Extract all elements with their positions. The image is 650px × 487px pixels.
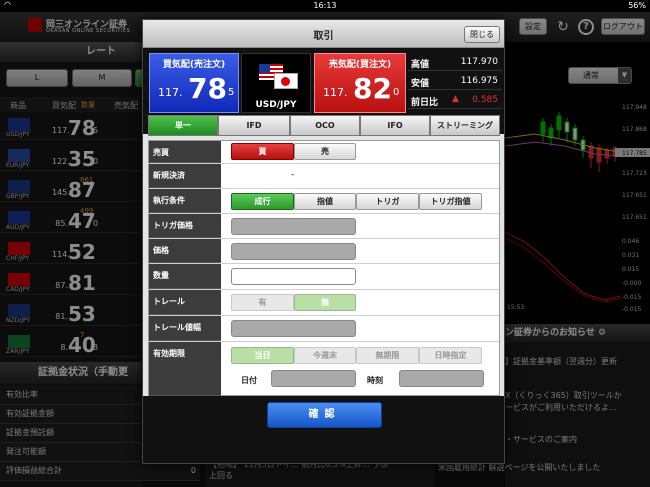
trade-dialog: 取引 閉じる 買気配(売注文) 117. 78 5 USD/JPY 売気配(買注…	[142, 19, 505, 464]
date-input	[271, 370, 356, 387]
exp-weekend-button[interactable]: 今週末	[294, 347, 356, 364]
dialog-header: 取引 閉じる	[143, 20, 504, 48]
exp-indefinite-button[interactable]: 無期限	[356, 347, 419, 364]
side-label: 売買	[149, 141, 221, 163]
cond-limit-button[interactable]: 指値	[294, 193, 356, 210]
trail-on-button[interactable]: 有	[231, 294, 294, 311]
change-value: 0.585	[472, 95, 498, 105]
status-bar: ◠ 16:13 56%	[0, 0, 650, 12]
trigger-price-input	[231, 218, 356, 235]
quantity-row: 数量	[149, 264, 499, 290]
expiry-label: 有効期限	[149, 342, 221, 396]
ask-price-main: 82	[353, 72, 392, 105]
time-label: 時刻	[367, 376, 383, 385]
tab-ifd[interactable]: IFD	[218, 115, 290, 136]
settle-row: 新規決済 -	[149, 164, 499, 189]
order-type-tabs: 単一 IFD OCO IFO ストリーミング	[148, 115, 500, 136]
tab-oco[interactable]: OCO	[290, 115, 360, 136]
close-button[interactable]: 閉じる	[464, 26, 500, 43]
bid-price-main: 78	[188, 72, 227, 105]
trail-off-button[interactable]: 無	[294, 294, 356, 311]
ask-price-pip: 0	[393, 87, 400, 98]
price-label: 価格	[149, 239, 221, 263]
time-input	[399, 370, 484, 387]
bid-price-prefix: 117.	[158, 86, 183, 99]
exp-datetime-button[interactable]: 日時指定	[419, 347, 482, 364]
sell-button[interactable]: 売	[294, 143, 356, 160]
settle-label: 新規決済	[149, 164, 221, 188]
cond-market-button[interactable]: 成行	[231, 193, 294, 210]
confirm-button[interactable]: 確認	[267, 402, 382, 428]
trigger-price-label: トリガ価格	[149, 214, 221, 238]
condition-row: 執行条件 成行 指値 トリガ トリガ指値	[149, 189, 499, 214]
trail-width-row: トレール値幅	[149, 316, 499, 342]
jp-flag-icon	[274, 73, 298, 89]
price-input	[231, 243, 356, 260]
trail-label: トレール	[149, 290, 221, 315]
high-value: 117.970	[460, 57, 498, 67]
buy-button[interactable]: 買	[231, 143, 294, 160]
price-row: 価格	[149, 239, 499, 264]
quantity-input[interactable]	[231, 268, 356, 285]
order-form: 売買 買 売 新規決済 - 執行条件 成行 指値 トリガ トリガ指値 トリガ価格…	[148, 140, 500, 396]
bid-quote-button[interactable]: 買気配(売注文) 117. 78 5	[149, 53, 239, 113]
clock: 16:13	[313, 1, 337, 10]
low-value: 116.975	[460, 76, 498, 86]
tab-single[interactable]: 単一	[148, 115, 218, 136]
dialog-title: 取引	[313, 31, 334, 42]
low-row: 安値 116.975	[408, 72, 502, 90]
tab-streaming[interactable]: ストリーミング	[430, 115, 500, 136]
currency-pair-box: USD/JPY	[241, 53, 311, 113]
quantity-label: 数量	[149, 264, 221, 289]
ask-price-prefix: 117.	[323, 86, 348, 99]
bid-label: 買気配(売注文)	[162, 60, 226, 70]
change-row: 前日比 ▲ 0.585	[408, 91, 502, 109]
trail-row: トレール 有 無	[149, 290, 499, 316]
arrow-up-icon: ▲	[452, 94, 459, 104]
cond-trigger-limit-button[interactable]: トリガ指値	[419, 193, 482, 210]
low-label: 安値	[411, 79, 430, 89]
settle-value: -	[291, 170, 295, 180]
tab-ifo[interactable]: IFO	[360, 115, 430, 136]
ask-label: 売気配(買注文)	[328, 60, 392, 70]
high-label: 高値	[411, 60, 430, 70]
high-row: 高値 117.970	[408, 53, 502, 71]
trail-width-label: トレール値幅	[149, 316, 221, 341]
date-label: 日付	[241, 376, 257, 385]
side-row: 売買 買 売	[149, 141, 499, 164]
ask-quote-button[interactable]: 売気配(買注文) 117. 82 0	[314, 53, 406, 113]
exp-today-button[interactable]: 当日	[231, 347, 294, 364]
cond-trigger-button[interactable]: トリガ	[356, 193, 419, 210]
pair-name: USD/JPY	[255, 100, 297, 110]
battery-level: 56%	[628, 1, 646, 10]
trail-width-input	[231, 320, 356, 337]
change-label: 前日比	[411, 98, 439, 108]
condition-label: 執行条件	[149, 189, 221, 213]
trigger-price-row: トリガ価格	[149, 214, 499, 239]
expiry-row: 有効期限 当日 今週末 無期限 日時指定 日付 時刻	[149, 342, 499, 396]
bid-price-pip: 5	[228, 87, 235, 98]
